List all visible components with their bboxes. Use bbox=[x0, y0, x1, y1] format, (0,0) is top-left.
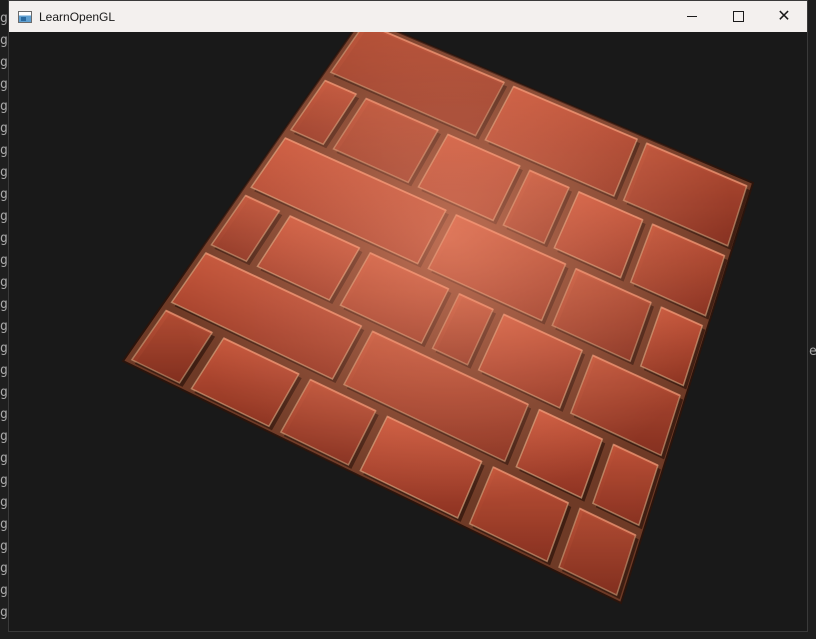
window-titlebar[interactable]: LearnOpenGL ✕ bbox=[9, 1, 807, 32]
terminal-text-column: g g g g g g g g g g g g g g g g g g g g … bbox=[0, 11, 8, 620]
window-app-icon bbox=[18, 10, 32, 23]
close-button[interactable]: ✕ bbox=[761, 1, 807, 32]
maximize-button[interactable] bbox=[715, 1, 761, 32]
minimize-icon bbox=[687, 16, 697, 17]
minimize-button[interactable] bbox=[669, 1, 715, 32]
window-title: LearnOpenGL bbox=[39, 9, 116, 24]
maximize-icon bbox=[732, 11, 744, 22]
brick-wall-render bbox=[121, 32, 755, 605]
opengl-window[interactable]: LearnOpenGL ✕ bbox=[8, 0, 808, 632]
terminal-right-char: e bbox=[809, 344, 816, 359]
window-controls: ✕ bbox=[669, 1, 807, 32]
render-viewport[interactable] bbox=[9, 32, 807, 631]
close-icon: ✕ bbox=[777, 7, 791, 25]
